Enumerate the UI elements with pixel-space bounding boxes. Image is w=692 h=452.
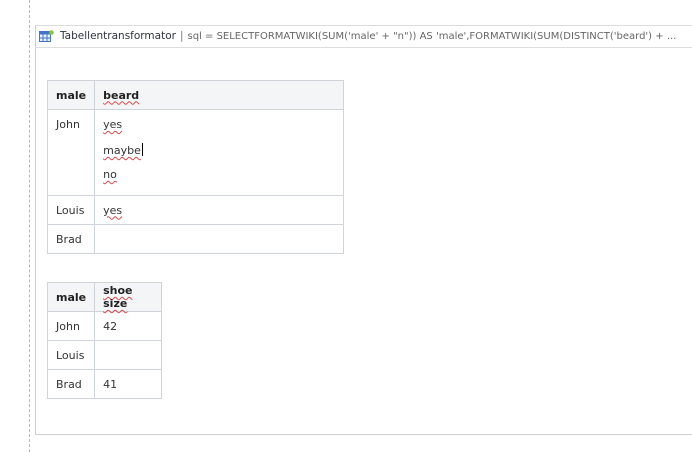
- beard-value-no: no: [103, 168, 117, 181]
- cell-size-brad[interactable]: 41: [94, 369, 163, 399]
- macro-parameters: sql = SELECTFORMATWIKI(SUM('male' + "n")…: [187, 30, 677, 42]
- cell-male-brad[interactable]: Brad: [46, 369, 96, 399]
- beard-value-yes: yes: [103, 118, 123, 131]
- table-header-row: male shoe size: [46, 282, 163, 312]
- macro-title: Tabellentransformator: [60, 30, 176, 42]
- macro-header-divider: [36, 47, 692, 48]
- column-header-shoe-size[interactable]: shoe size: [94, 282, 163, 312]
- column-header-male[interactable]: male: [46, 80, 96, 110]
- table-row: Louis yes: [46, 195, 345, 225]
- cell-size-louis[interactable]: [94, 340, 163, 370]
- cell-size-john[interactable]: 42: [94, 311, 163, 341]
- cell-beard-brad[interactable]: [94, 224, 345, 254]
- text-cursor: [141, 143, 143, 156]
- table-row: John yes maybe no: [46, 109, 345, 196]
- table-macro-icon: [39, 30, 54, 42]
- table-row: Louis: [46, 340, 163, 370]
- cell-male-john[interactable]: John: [46, 109, 96, 196]
- table-header-row: male beard: [46, 80, 345, 110]
- shoe-size-table[interactable]: male shoe size John 42 Louis Brad 41: [46, 282, 163, 399]
- macro-header[interactable]: Tabellentransformator | sql = SELECTFORM…: [36, 26, 692, 46]
- table-row: John 42: [46, 311, 163, 341]
- cell-beard-louis[interactable]: yes: [94, 195, 345, 225]
- margin-guide: [29, 0, 30, 452]
- macro-separator: |: [179, 30, 184, 42]
- cell-male-louis[interactable]: Louis: [46, 195, 96, 225]
- table-row: Brad: [46, 224, 345, 254]
- column-header-male[interactable]: male: [46, 282, 96, 312]
- cell-male-brad[interactable]: Brad: [46, 224, 96, 254]
- cell-male-louis[interactable]: Louis: [46, 340, 96, 370]
- cell-beard-john[interactable]: yes maybe no: [94, 109, 345, 196]
- editor-page: Tabellentransformator | sql = SELECTFORM…: [0, 0, 692, 452]
- column-header-beard[interactable]: beard: [94, 80, 345, 110]
- beard-value-maybe: maybe: [103, 144, 141, 157]
- cell-male-john[interactable]: John: [46, 311, 96, 341]
- beard-table[interactable]: male beard John yes maybe no Louis yes B…: [46, 80, 345, 254]
- table-row: Brad 41: [46, 369, 163, 399]
